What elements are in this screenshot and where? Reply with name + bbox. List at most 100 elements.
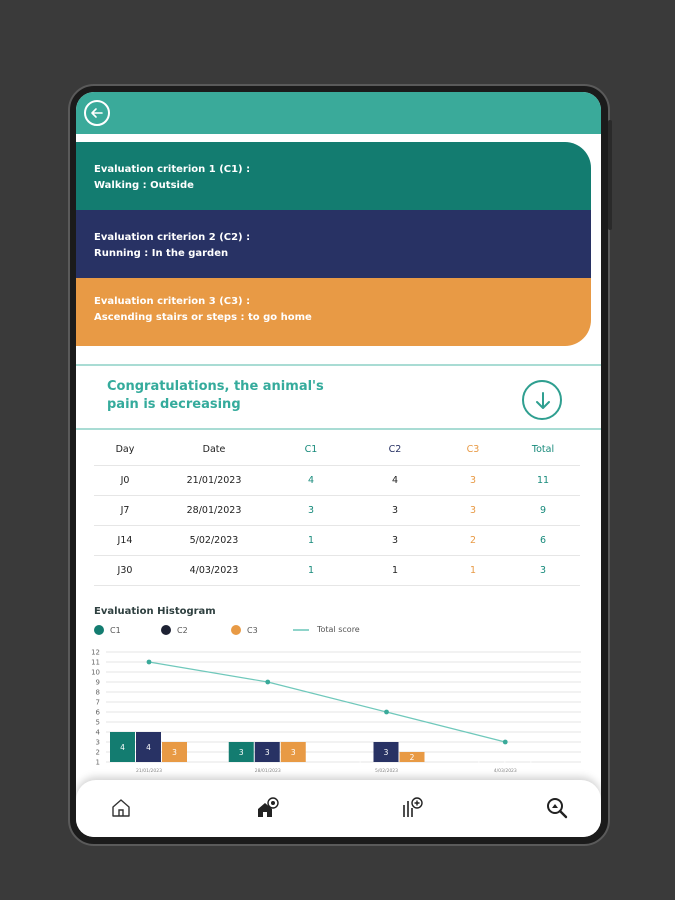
- nav-search-button[interactable]: [545, 796, 569, 820]
- cell-day: J0: [120, 475, 130, 486]
- nav-add-evaluation-button[interactable]: [400, 796, 424, 820]
- total-score-point: [502, 739, 508, 745]
- legend-swatch: [231, 625, 241, 635]
- cell-total: 9: [539, 505, 547, 516]
- legend-item-total: Total score: [293, 625, 360, 634]
- bar-data-label: 4: [120, 743, 125, 752]
- legend-swatch: [161, 625, 171, 635]
- scores-table: Day Date C1 C2 C3 Total J0 21/01/2023 4 …: [94, 434, 580, 586]
- bar-data-label: 4: [146, 743, 151, 752]
- legend-label: C1: [110, 625, 121, 635]
- legend-item-c3: C3: [231, 625, 258, 635]
- bar-data-label: 3: [172, 748, 177, 757]
- x-tick-label: 4/03/2023: [494, 768, 517, 774]
- header-date: Date: [202, 444, 226, 455]
- header-c2: C2: [388, 444, 402, 455]
- header-total: Total: [531, 444, 555, 455]
- criterion-detail: Walking : Outside: [94, 180, 194, 191]
- bottom-navigation: [76, 780, 601, 837]
- nav-home-button[interactable]: [109, 796, 133, 820]
- y-tick-label: 11: [91, 659, 100, 667]
- criterion-card-c2: Evaluation criterion 2 (C2) : Running : …: [76, 210, 591, 278]
- cell-c1: 1: [307, 535, 315, 546]
- legend-swatch: [94, 625, 104, 635]
- legend-label: C2: [177, 625, 188, 635]
- cell-c3: 2: [469, 535, 477, 546]
- cell-total: 11: [536, 475, 550, 486]
- y-tick-label: 10: [91, 669, 100, 677]
- cell-date: 5/02/2023: [189, 535, 239, 546]
- legend-item-c1: C1: [94, 625, 121, 635]
- device-side-button: [608, 120, 612, 230]
- cell-c2: 1: [391, 565, 399, 576]
- download-button[interactable]: [522, 380, 562, 420]
- home-icon: [112, 799, 130, 817]
- header-c3: C3: [466, 444, 480, 455]
- cell-day: J7: [120, 505, 130, 516]
- cell-c1: 4: [307, 475, 315, 486]
- cell-c3: 3: [469, 505, 477, 516]
- x-tick-label: 5/02/2023: [375, 768, 398, 774]
- cell-total: 6: [539, 535, 547, 546]
- bar-data-label: 1: [476, 758, 481, 767]
- result-message-panel: Congratulations, the animal's pain is de…: [76, 364, 601, 430]
- y-tick-label: 2: [96, 749, 100, 757]
- y-tick-label: 8: [96, 689, 100, 697]
- criteria-list: Evaluation criterion 1 (C1) : Walking : …: [76, 142, 591, 346]
- criterion-title: Evaluation criterion 2 (C2) :: [94, 232, 251, 243]
- header-day: Day: [115, 444, 135, 455]
- bar-data-label: 3: [291, 748, 296, 757]
- bar-data-label: 3: [265, 748, 270, 757]
- x-tick-label: 28/01/2023: [255, 768, 281, 774]
- bar-data-label: 1: [358, 758, 363, 767]
- x-tick-label: 21/01/2023: [136, 768, 162, 774]
- bar-data-label: 2: [410, 753, 415, 762]
- table-header: Day Date C1 C2 C3 Total: [94, 434, 580, 466]
- y-tick-label: 9: [96, 679, 100, 687]
- legend-label: Total score: [317, 625, 360, 634]
- cell-c2: 4: [391, 475, 399, 486]
- criterion-title: Evaluation criterion 3 (C3) :: [94, 296, 251, 307]
- arrow-left-icon: [91, 108, 103, 118]
- y-tick-label: 7: [96, 699, 100, 707]
- back-button[interactable]: [84, 100, 110, 126]
- criterion-detail: Running : In the garden: [94, 248, 229, 259]
- header-c1: C1: [304, 444, 318, 455]
- y-tick-label: 12: [91, 649, 100, 657]
- bar-data-label: 3: [384, 748, 389, 757]
- cell-c2: 3: [391, 535, 399, 546]
- table-row: J7 28/01/2023 3 3 3 9: [94, 496, 580, 526]
- pet-house-icon: [258, 797, 279, 817]
- app-screen: Evaluation criterion 1 (C1) : Walking : …: [76, 92, 601, 837]
- nav-pet-button[interactable]: [256, 796, 280, 820]
- y-tick-label: 5: [96, 719, 100, 727]
- cell-day: J14: [117, 535, 133, 546]
- criterion-title: Evaluation criterion 1 (C1) :: [94, 164, 251, 175]
- criterion-detail: Ascending stairs or steps : to go home: [94, 312, 312, 323]
- total-score-point: [384, 709, 389, 715]
- y-tick-label: 6: [96, 709, 101, 717]
- bar-data-label: 1: [502, 758, 507, 767]
- evaluation-histogram-chart: 1234567891011124 4321/01/20233 3 328/01/202…: [91, 649, 581, 774]
- table-row: J14 5/02/2023 1 3 2 6: [94, 526, 580, 556]
- table-row: J0 21/01/2023 4 4 3 11: [94, 466, 580, 496]
- search-pet-icon: [547, 798, 568, 819]
- bar-data-label: 3: [239, 748, 244, 757]
- cell-c1: 1: [307, 565, 315, 576]
- y-tick-label: 1: [96, 759, 100, 767]
- histogram-title: Evaluation Histogram: [94, 606, 216, 617]
- criterion-card-c1: Evaluation criterion 1 (C1) : Walking : …: [76, 142, 591, 210]
- arrow-down-icon: [536, 392, 550, 409]
- table-row: J30 4/03/2023 1 1 1 3: [94, 556, 580, 586]
- y-tick-label: 3: [96, 739, 100, 747]
- result-message: Congratulations, the animal's pain is de…: [107, 379, 324, 412]
- cell-c1: 3: [307, 505, 315, 516]
- total-score-point: [265, 679, 271, 685]
- cell-c2: 3: [391, 505, 399, 516]
- legend-swatch: [293, 628, 309, 631]
- legend-label: C3: [247, 625, 258, 635]
- chart-add-icon: [403, 797, 423, 817]
- cell-c3: 1: [469, 565, 477, 576]
- cell-c3: 3: [469, 475, 477, 486]
- chart-legend: C1 C2 C3 Total score: [94, 625, 394, 639]
